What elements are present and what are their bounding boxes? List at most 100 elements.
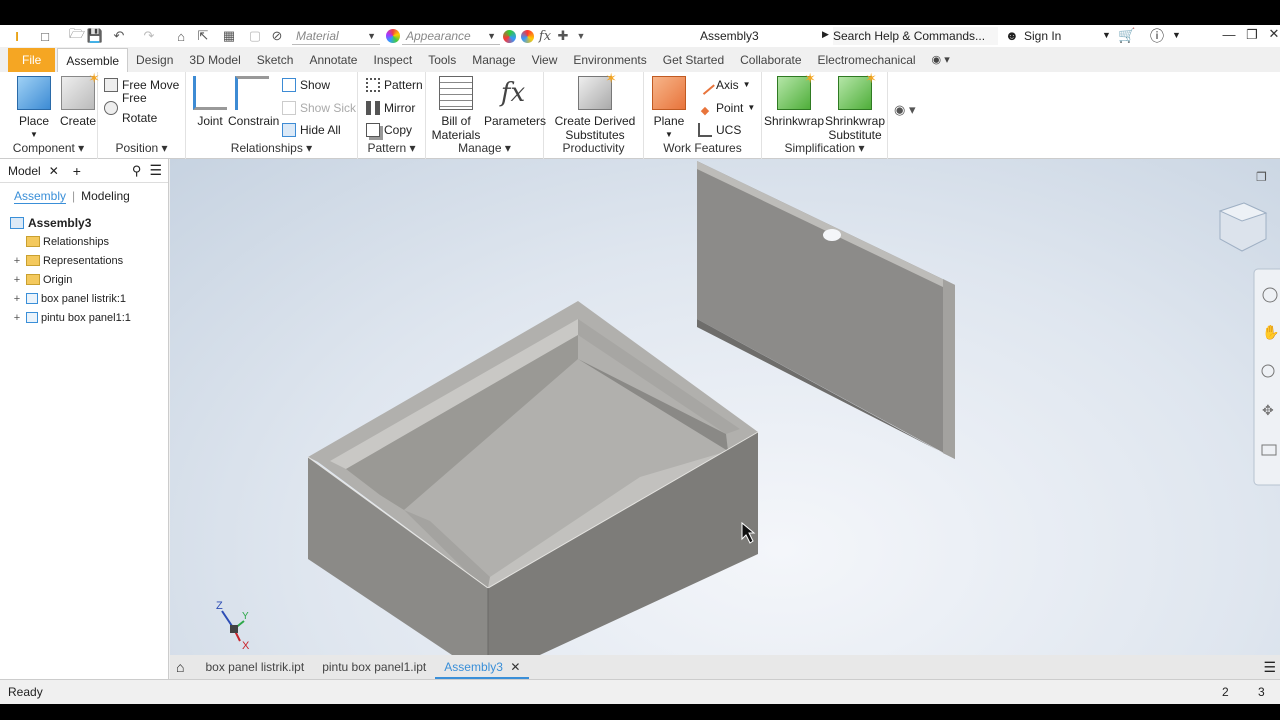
help-search-input[interactable]: Search Help & Commands...: [833, 27, 998, 45]
add-panel-icon[interactable]: ◉ ▾: [894, 102, 915, 118]
chevron-down-icon[interactable]: ▼: [1172, 30, 1181, 40]
plane-button[interactable]: Plane ▼: [650, 76, 688, 142]
simplification-panel-title[interactable]: Simplification ▾: [762, 139, 887, 157]
minimize-icon[interactable]: —: [1217, 27, 1241, 42]
position-panel-title[interactable]: Position ▾: [98, 139, 185, 157]
tab-assembly-view[interactable]: Assembly: [14, 189, 67, 204]
clear-override-icon[interactable]: ⊘: [268, 27, 286, 45]
tab-environments[interactable]: Environments: [565, 48, 654, 72]
copy-button[interactable]: Copy: [366, 120, 412, 140]
hide-all-button[interactable]: Hide All: [282, 120, 341, 140]
material-select[interactable]: Material ▼: [292, 27, 380, 45]
expand-icon[interactable]: +: [10, 312, 24, 324]
free-rotate-button[interactable]: Free Rotate: [104, 91, 185, 125]
bill-of-materials-button[interactable]: Bill of Materials: [430, 76, 482, 142]
expand-icon[interactable]: +: [10, 293, 24, 305]
update-icon[interactable]: ▦: [220, 27, 238, 45]
select-icon[interactable]: ⇱: [194, 27, 212, 45]
tree-item-representations[interactable]: + Representations: [10, 251, 168, 270]
mirror-button[interactable]: Mirror: [366, 98, 415, 118]
doc-tab-assembly3[interactable]: Assembly3 ✕: [435, 655, 530, 679]
component-panel-title[interactable]: Component ▾: [0, 139, 97, 157]
show-button[interactable]: Show: [282, 75, 330, 95]
close-icon[interactable]: ✕: [49, 164, 59, 178]
constrain-button[interactable]: Constrain: [228, 76, 279, 128]
home-icon[interactable]: ⌂: [172, 27, 190, 45]
cart-icon[interactable]: 🛒: [1118, 27, 1135, 44]
tree-item-part2[interactable]: + pintu box panel1:1: [10, 308, 168, 327]
graphics-viewport[interactable]: Z Y X ❐ ✋ ✥: [170, 159, 1280, 679]
menu-icon[interactable]: ☰: [149, 162, 162, 179]
manage-panel-title[interactable]: Manage ▾: [426, 139, 543, 157]
expand-icon[interactable]: +: [10, 274, 24, 286]
close-icon[interactable]: ✕: [1262, 26, 1280, 42]
maximize-icon[interactable]: ❐: [1240, 27, 1264, 43]
redo-icon[interactable]: ↷: [140, 27, 158, 45]
tab-manage[interactable]: Manage: [464, 48, 523, 72]
shrinkwrap-substitute-button[interactable]: ✶ Shrinkwrap Substitute: [824, 71, 886, 142]
customize-dropdown-icon[interactable]: ▼: [572, 27, 590, 45]
pattern-panel-title[interactable]: Pattern ▾: [358, 139, 425, 157]
tab-annotate[interactable]: Annotate: [301, 48, 365, 72]
chevron-down-icon[interactable]: ▼: [1102, 30, 1111, 40]
tab-view[interactable]: View: [524, 48, 566, 72]
shrinkwrap-button[interactable]: ✶ Shrinkwrap: [764, 71, 824, 128]
new-file-icon[interactable]: □: [36, 27, 54, 45]
tab-electromechanical[interactable]: Electromechanical: [810, 48, 924, 72]
ucs-button[interactable]: UCS: [698, 120, 741, 140]
door-panel-model[interactable]: [697, 161, 955, 459]
fx-parameters-icon[interactable]: fx: [536, 27, 554, 45]
home-icon[interactable]: ⌂: [170, 659, 196, 675]
tab-sketch[interactable]: Sketch: [249, 48, 302, 72]
navigation-bar[interactable]: ✋ ✥: [1253, 268, 1280, 486]
place-button[interactable]: Place ▼: [14, 76, 54, 142]
tree-item-origin[interactable]: + Origin: [10, 270, 168, 289]
close-icon[interactable]: ✕: [510, 660, 520, 674]
ribbon-options-icon[interactable]: ◉ ▾: [924, 48, 958, 72]
parameters-button[interactable]: fx Parameters: [484, 76, 546, 128]
relationships-panel-title[interactable]: Relationships ▾: [186, 139, 357, 157]
tab-collaborate[interactable]: Collaborate: [732, 48, 809, 72]
joint-button[interactable]: Joint: [190, 76, 230, 128]
clear-appearance-icon[interactable]: [518, 27, 536, 45]
orbit-icon[interactable]: ✥: [1262, 402, 1274, 418]
tab-assemble[interactable]: Assemble: [57, 48, 129, 72]
add-icon[interactable]: ✚: [554, 27, 572, 45]
tab-tools[interactable]: Tools: [420, 48, 464, 72]
create-derived-substitutes-button[interactable]: ✶ Create Derived Substitutes: [548, 71, 642, 142]
sign-in-button[interactable]: Sign In: [1024, 29, 1061, 43]
tab-inspect[interactable]: Inspect: [365, 48, 420, 72]
undo-icon[interactable]: ↶: [110, 27, 128, 45]
adjust-appearance-icon[interactable]: [500, 27, 518, 45]
appearance-select[interactable]: Appearance ▼: [402, 27, 500, 45]
tab-modeling-view[interactable]: Modeling: [81, 189, 130, 203]
local-update-icon[interactable]: ▢: [246, 27, 264, 45]
create-button[interactable]: ✶ Create: [58, 71, 100, 128]
tab-model[interactable]: Model: [8, 164, 41, 178]
window-toggle-icon[interactable]: ❐: [1256, 170, 1267, 184]
help-icon[interactable]: ⓘ: [1150, 26, 1164, 46]
tree-root[interactable]: Assembly3: [10, 213, 168, 232]
tree-item-relationships[interactable]: Relationships: [10, 232, 168, 251]
tab-get-started[interactable]: Get Started: [655, 48, 732, 72]
pan-icon[interactable]: ✋: [1262, 324, 1279, 340]
view-cube[interactable]: [1218, 202, 1268, 252]
tree-item-part1[interactable]: + box panel listrik:1: [10, 289, 168, 308]
tab-3d-model[interactable]: 3D Model: [181, 48, 248, 72]
open-folder-icon[interactable]: 🗁: [68, 26, 86, 45]
tab-design[interactable]: Design: [128, 48, 181, 72]
save-icon[interactable]: 💾: [86, 27, 104, 45]
doc-tab-pintu-box[interactable]: pintu box panel1.ipt: [313, 655, 435, 679]
expand-icon[interactable]: +: [10, 255, 24, 267]
axis-button[interactable]: Axis ▼: [695, 75, 751, 95]
point-button[interactable]: ◆ Point ▼: [698, 98, 756, 118]
box-panel-model[interactable]: [307, 301, 759, 679]
search-icon[interactable]: ⚲: [132, 163, 142, 179]
tab-file[interactable]: File: [8, 48, 56, 72]
show-sick-button[interactable]: Show Sick: [282, 98, 356, 118]
inventor-logo-icon[interactable]: I: [8, 27, 26, 45]
add-icon[interactable]: +: [73, 163, 81, 179]
menu-icon[interactable]: ☰: [1263, 659, 1276, 676]
pattern-button[interactable]: Pattern: [366, 75, 423, 95]
doc-tab-box-panel[interactable]: box panel listrik.ipt: [196, 655, 313, 679]
